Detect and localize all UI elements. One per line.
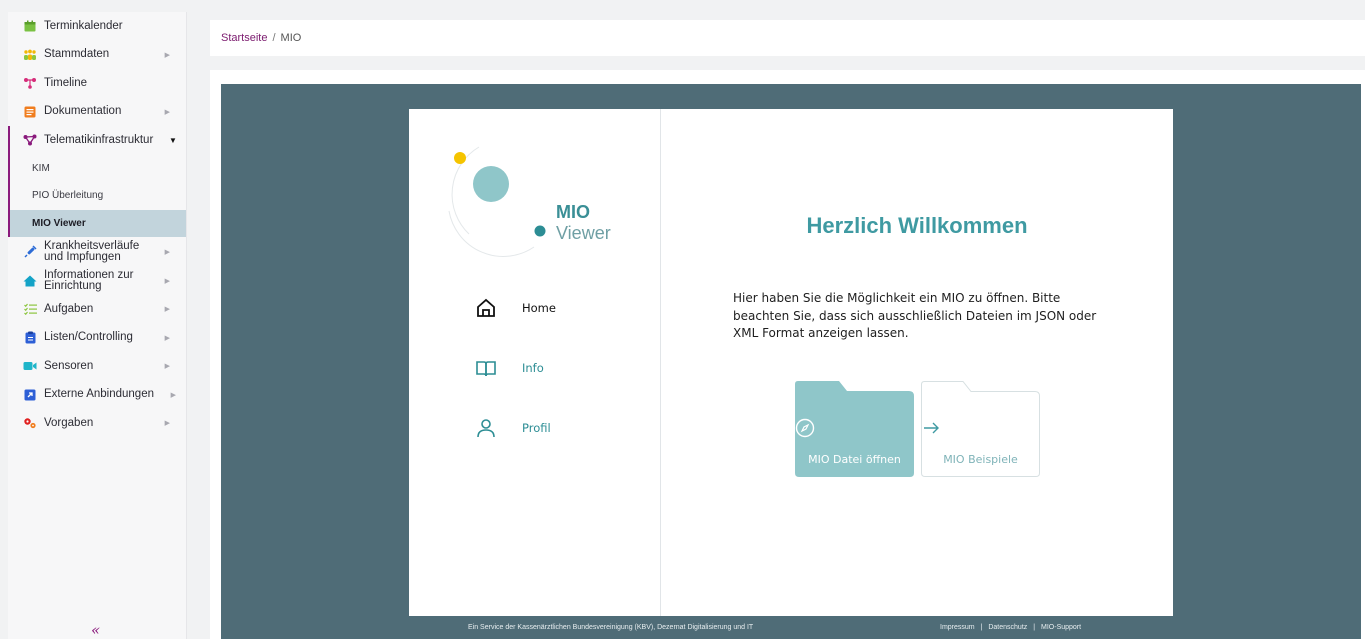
caret-down-icon: ▼	[169, 135, 177, 145]
welcome-heading: Herzlich Willkommen	[806, 213, 1028, 238]
camera-icon	[23, 359, 37, 373]
sidebar-subitem-pio-ueberleitung[interactable]: PIO Überleitung	[10, 182, 186, 210]
breadcrumb-separator: /	[272, 32, 276, 44]
footer-service-text: Ein Service der Kassenärztlichen Bundesv…	[468, 624, 754, 631]
datenschutz-link[interactable]: Datenschutz	[988, 624, 1027, 631]
sidebar-item-krankheitsverlaeufe[interactable]: Krankheitsverläufe und Impfungen ▶	[8, 237, 186, 266]
checklist-icon	[23, 302, 37, 316]
intro-text: Hier haben Sie die Möglichkeit ein MIO z…	[733, 291, 1097, 340]
sidebar-subitem-label: PIO Überleitung	[32, 190, 104, 202]
chevron-right-icon: ▶	[164, 420, 170, 428]
clipboard-icon	[23, 331, 37, 345]
sidebar-item-label: Timeline	[44, 76, 88, 89]
viewer-nav-profil[interactable]: Profil	[475, 417, 595, 439]
footer-links: Impressum | Datenschutz | MIO-Support	[940, 624, 1081, 631]
syringe-icon	[23, 244, 37, 259]
timeline-icon	[23, 76, 37, 90]
document-icon	[23, 105, 37, 119]
sidebar-item-dokumentation[interactable]: Dokumentation ▶	[8, 98, 186, 127]
chevron-right-icon: ▶	[164, 363, 170, 371]
gears-icon	[23, 416, 37, 430]
chevron-right-icon: ▶	[164, 51, 170, 59]
home-icon	[477, 298, 495, 317]
sidebar-item-listen-controlling[interactable]: Listen/Controlling ▶	[8, 324, 186, 353]
impressum-link[interactable]: Impressum	[940, 624, 975, 631]
user-icon	[477, 419, 495, 438]
sidebar-item-sensoren[interactable]: Sensoren ▶	[8, 352, 186, 381]
viewer-nav-home[interactable]: Home	[475, 297, 595, 319]
footer-separator: |	[1033, 624, 1036, 631]
sidebar-subitem-kim[interactable]: KIM	[10, 155, 186, 183]
sidebar-item-externe-anbindungen[interactable]: Externe Anbindungen ▶	[8, 381, 186, 410]
sidebar-subitem-label: KIM	[32, 162, 50, 174]
sidebar: Terminkalender Stammdaten ▶ Timeline Dok…	[8, 12, 187, 639]
sidebar-item-label: Krankheitsverläufe und Impfungen	[44, 239, 140, 263]
network-icon	[23, 133, 37, 147]
examples-button-label: MIO Beispiele	[943, 453, 1018, 466]
viewer-nav-label: Home	[522, 301, 556, 315]
viewer-nav-label: Info	[522, 361, 544, 375]
calendar-icon	[23, 19, 37, 33]
breadcrumb-current: MIO	[280, 32, 302, 44]
chevron-right-icon: ▶	[164, 277, 170, 285]
sidebar-subitem-mio-viewer[interactable]: MIO Viewer	[10, 209, 186, 237]
mio-support-link[interactable]: MIO-Support	[1041, 624, 1081, 631]
sidebar-item-stammdaten[interactable]: Stammdaten ▶	[8, 41, 186, 70]
viewer-nav-label: Profil	[522, 421, 551, 435]
telematik-submenu: KIM PIO Überleitung MIO Viewer	[8, 154, 186, 237]
viewer-main: Herzlich Willkommen Hier haben Sie die M…	[661, 109, 1173, 616]
chevron-right-icon: ▶	[170, 391, 176, 399]
chevron-right-icon: ▶	[164, 334, 170, 342]
logo-text-light: Viewer	[556, 223, 611, 243]
house-icon	[23, 274, 37, 288]
sidebar-item-timeline[interactable]: Timeline	[8, 69, 186, 98]
chevron-right-icon: ▶	[164, 306, 170, 314]
sidebar-item-informationen[interactable]: Informationen zur Einrichtung ▶	[8, 266, 186, 295]
viewer-footer: Ein Service der Kassenärztlichen Bundesv…	[409, 616, 1173, 639]
breadcrumb-home-link[interactable]: Startseite	[221, 32, 267, 44]
app-root: Terminkalender Stammdaten ▶ Timeline Dok…	[0, 0, 1365, 639]
chevron-right-icon: ▶	[164, 108, 170, 116]
logo-text-bold: MIO	[556, 202, 590, 222]
logo-text: MIO Viewer	[556, 202, 649, 244]
chevron-right-icon: ▶	[164, 248, 170, 256]
sidebar-item-label: Informationen zur Einrichtung	[44, 268, 134, 292]
mio-examples-button[interactable]: MIO Beispiele	[921, 381, 1040, 477]
viewer-side-panel: MIO Viewer Home Info Profil	[409, 109, 661, 616]
mio-viewer-logo: MIO Viewer	[439, 139, 649, 259]
sidebar-item-vorgaben[interactable]: Vorgaben ▶	[8, 409, 186, 438]
viewer-nav-info[interactable]: Info	[475, 357, 595, 379]
sidebar-collapse-button[interactable]: «	[91, 621, 100, 639]
sidebar-item-label: Telematikinfrastruktur	[44, 133, 154, 146]
footer-separator: |	[980, 624, 983, 631]
sidebar-item-label: Externe Anbindungen	[44, 388, 154, 401]
mio-viewer: MIO Viewer Home Info Profil Herzlich Wil…	[409, 109, 1173, 616]
book-icon	[476, 361, 496, 377]
sidebar-item-telematikinfrastruktur[interactable]: Telematikinfrastruktur ▼	[8, 126, 186, 155]
breadcrumb: Startseite / MIO	[210, 20, 1365, 56]
open-mio-file-button[interactable]: MIO Datei öffnen	[795, 381, 914, 477]
sidebar-item-aufgaben[interactable]: Aufgaben ▶	[8, 295, 186, 324]
external-link-icon	[23, 388, 37, 402]
open-button-label: MIO Datei öffnen	[808, 453, 901, 466]
sidebar-item-terminkalender[interactable]: Terminkalender	[8, 12, 186, 41]
sidebar-item-label: Terminkalender	[44, 19, 123, 32]
sidebar-subitem-label: MIO Viewer	[32, 217, 86, 229]
people-icon	[23, 48, 37, 62]
